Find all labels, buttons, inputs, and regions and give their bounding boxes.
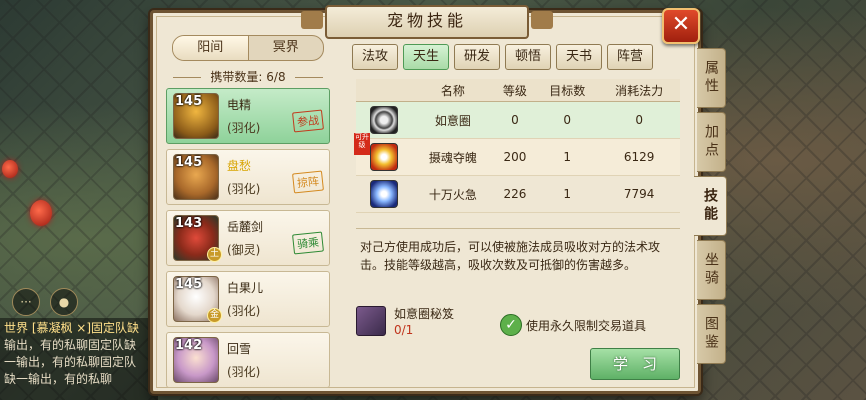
close-button[interactable]: ✕ (662, 8, 700, 44)
pet-card[interactable]: 145 金 白果儿 (羽化) (166, 271, 330, 327)
skill-description: 对己方使用成功后，可以使被施法成员吸收对方的法术攻击。技能等级越高，吸收次数及可… (360, 240, 661, 272)
pet-status-stamp: 掠阵 (292, 170, 324, 194)
pet-list-panel: 阳间 冥界 携带数量: 6/8 145 电精 (羽化) 参战 145 盘愁 (羽… (162, 30, 334, 388)
header-mana: 消耗法力 (598, 79, 680, 102)
pet-card[interactable]: 145 盘愁 (羽化) 掠阵 (166, 149, 330, 205)
chat-buttons: ··· ● (12, 288, 78, 316)
skill-level: 226 (493, 175, 537, 213)
skill-targets: 0 (536, 101, 599, 139)
pet-list: 145 电精 (羽化) 参战 145 盘愁 (羽化) 掠阵 143 土 岳麓剑 … (166, 88, 330, 393)
chat-bubble-icon[interactable]: ··· (12, 288, 40, 316)
world-option-yin[interactable]: 冥界 (249, 36, 324, 60)
skill-book-name: 如意圈秘笈 (394, 307, 455, 321)
carry-count: 携带数量: 6/8 (162, 68, 334, 85)
side-tab-codex[interactable]: 图鉴 (697, 304, 726, 364)
skill-book-count: 0/1 (394, 323, 414, 337)
chat-line: 世界 [慕凝枫 ×]固定队缺 (4, 321, 140, 335)
pet-level: 142 (175, 338, 203, 353)
element-badge: 土 (207, 247, 222, 262)
pet-level: 145 (175, 94, 203, 109)
soul-seize-skill-icon (370, 143, 398, 171)
checkbox-checked-icon[interactable]: ✓ (500, 314, 522, 336)
header-icon (356, 79, 412, 102)
skill-book-icon[interactable] (356, 306, 386, 336)
pet-name: 岳麓剑 (227, 220, 264, 234)
skill-mana: 7794 (598, 175, 680, 213)
element-badge: 金 (207, 308, 222, 323)
table-row[interactable]: 十万火急 226 1 7794 (356, 175, 680, 213)
side-tab-attributes[interactable]: 属性 (697, 48, 726, 108)
tab-dunwu[interactable]: 顿悟 (505, 44, 551, 70)
pet-level: 145 (175, 155, 203, 170)
skill-category-tabs: 法攻 天生 研发 顿悟 天书 阵营 (352, 44, 653, 70)
pet-name: 白果儿 (227, 281, 264, 295)
lantern-icon (2, 160, 18, 178)
header-targets: 目标数 (536, 79, 599, 102)
tab-yanfa[interactable]: 研发 (454, 44, 500, 70)
chat-panel[interactable]: 世界 [慕凝枫 ×]固定队缺 输出，有的私聊固定队缺 一输出，有的私聊固定队 缺… (0, 318, 158, 400)
skill-level: 200 (493, 138, 537, 176)
pet-type: (御灵) (227, 243, 261, 257)
skill-name: 如意圈 (412, 101, 494, 139)
divider (356, 228, 680, 229)
pet-card[interactable]: 143 土 岳麓剑 (御灵) 骑乘 (166, 210, 330, 266)
skill-mana: 0 (598, 101, 680, 139)
table-row[interactable]: 如意圈 0 0 0 (356, 101, 680, 139)
world-toggle[interactable]: 阳间 冥界 (172, 35, 324, 61)
carry-value: 6/8 (266, 70, 286, 84)
lantern-icon (30, 200, 52, 226)
pet-level: 145 (175, 277, 203, 292)
ring-skill-icon (370, 106, 398, 134)
tab-tianshu[interactable]: 天书 (556, 44, 602, 70)
pet-type: (羽化) (227, 365, 261, 379)
chat-line: 缺一输出，有的私聊 (4, 372, 113, 386)
learn-button[interactable]: 学习 (590, 348, 680, 380)
skill-level: 0 (493, 101, 537, 139)
skill-name: 十万火急 (412, 175, 494, 213)
chat-line: 输出，有的私聊固定队缺 (4, 338, 137, 352)
tab-fagong[interactable]: 法攻 (352, 44, 398, 70)
skill-targets: 1 (536, 138, 599, 176)
skill-mana: 6129 (598, 138, 680, 176)
tab-zhenying[interactable]: 阵营 (607, 44, 653, 70)
fire-rush-skill-icon (370, 180, 398, 208)
side-tabs: 属性 加点 技能 坐骑 图鉴 (694, 48, 727, 368)
table-header: 名称 等级 目标数 消耗法力 (356, 79, 680, 102)
upgradable-flag: 可升级 (354, 133, 370, 155)
window-title: 宠物技能 (301, 5, 553, 39)
pet-status-stamp: 骑乘 (292, 231, 324, 255)
pet-name: 盘愁 (227, 159, 252, 173)
chat-line: 一输出，有的私聊固定队 (4, 355, 137, 369)
pet-card[interactable]: 145 电精 (羽化) 参战 (166, 88, 330, 144)
header-level: 等级 (493, 79, 537, 102)
pet-name: 电精 (227, 98, 252, 112)
side-tab-skills[interactable]: 技能 (694, 176, 727, 236)
skill-targets: 1 (536, 175, 599, 213)
skill-table: 名称 等级 目标数 消耗法力 如意圈 0 0 0 摄魂夺魄 200 1 6129… (356, 79, 680, 213)
pet-status-stamp: 参战 (292, 109, 324, 133)
table-row[interactable]: 摄魂夺魄 200 1 6129 (356, 138, 680, 176)
skill-name: 摄魂夺魄 (412, 138, 494, 176)
pet-name: 回雪 (227, 342, 252, 356)
use-bound-item-label: 使用永久限制交易道具 (526, 319, 647, 333)
pet-level: 143 (175, 216, 203, 231)
pet-type: (羽化) (227, 182, 261, 196)
pet-type: (羽化) (227, 304, 261, 318)
header-name: 名称 (412, 79, 494, 102)
side-tab-points[interactable]: 加点 (697, 112, 726, 172)
side-tab-mount[interactable]: 坐骑 (697, 240, 726, 300)
carry-label: 携带数量: (210, 70, 263, 84)
microphone-icon[interactable]: ● (50, 288, 78, 316)
pet-type: (羽化) (227, 121, 261, 135)
tab-tiansheng[interactable]: 天生 (403, 44, 449, 70)
world-option-yang[interactable]: 阳间 (173, 36, 249, 60)
pet-card[interactable]: 142 回雪 (羽化) (166, 332, 330, 388)
